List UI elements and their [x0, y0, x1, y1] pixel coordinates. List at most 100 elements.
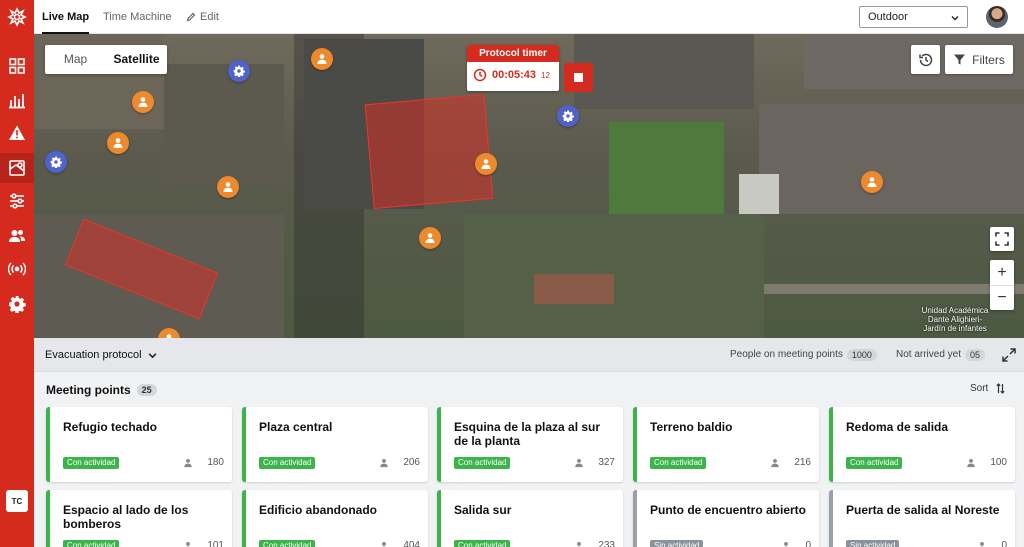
chevron-down-icon	[148, 352, 157, 358]
satellite-view-button[interactable]: Satellite	[106, 45, 167, 74]
meeting-point-status-badge: Con actividad	[650, 457, 707, 469]
meeting-point-card[interactable]: Esquina de la plaza al sur de la planta C…	[437, 407, 623, 482]
meeting-point-status-badge: Con actividad	[63, 457, 120, 469]
meeting-point-name: Esquina de la plaza al sur de la planta	[454, 420, 601, 448]
person-icon	[381, 541, 388, 547]
meeting-point-card[interactable]: Redoma de salida Con actividad 100	[829, 407, 1015, 482]
gear-icon	[562, 110, 574, 122]
sidebar-item-live-map[interactable]	[0, 153, 34, 183]
people-on-meeting-points-label: People on meeting points	[730, 349, 843, 360]
protocol-timer-value: 00:05:43	[492, 69, 537, 81]
person-icon	[223, 182, 233, 192]
zoom-in-button[interactable]: +	[990, 260, 1014, 285]
device-marker[interactable]	[557, 105, 579, 127]
sidebar-item-settings-sliders[interactable]	[0, 186, 34, 216]
person-icon	[481, 159, 491, 169]
user-initials-avatar[interactable]: TC	[6, 490, 28, 512]
person-icon	[979, 541, 986, 547]
protocol-dropdown[interactable]: Evacuation protocol	[45, 338, 157, 372]
meeting-point-status-badge: Con actividad	[454, 457, 511, 469]
filters-button[interactable]: Filters	[945, 45, 1013, 74]
fullscreen-icon	[995, 232, 1009, 246]
meeting-point-count-value: 100	[990, 457, 1007, 468]
sort-button[interactable]: Sort	[970, 383, 1005, 394]
map-terrain	[464, 214, 764, 338]
meeting-point-name: Salida sur	[454, 503, 512, 517]
sidebar-item-alerts[interactable]	[0, 118, 34, 148]
broadcast-icon	[8, 262, 26, 276]
meeting-point-name: Espacio al lado de los bomberos	[63, 503, 189, 531]
location-select[interactable]: Outdoor	[859, 6, 968, 28]
history-button[interactable]	[911, 45, 940, 74]
map-view-button[interactable]: Map	[45, 45, 106, 74]
sort-icon	[996, 383, 1005, 394]
user-avatar[interactable]	[986, 6, 1008, 28]
person-icon	[771, 458, 780, 467]
warning-icon	[9, 125, 25, 140]
person-marker[interactable]	[132, 91, 154, 113]
meeting-point-card[interactable]: Edificio abandonado Con actividad 404	[242, 490, 428, 547]
sidebar-item-beacons[interactable]	[0, 254, 34, 284]
person-icon	[113, 138, 123, 148]
restricted-zone[interactable]	[364, 93, 494, 210]
sidebar-item-people[interactable]	[0, 221, 34, 251]
protocol-timer-title: Protocol timer	[467, 45, 559, 62]
person-icon	[783, 541, 790, 547]
protocol-title: Evacuation protocol	[45, 349, 142, 361]
person-marker[interactable]	[475, 153, 497, 175]
expand-icon[interactable]	[1002, 348, 1016, 362]
gear-icon	[233, 65, 245, 77]
satellite-map[interactable]: Map Satellite Protocol timer 00:05:43 12…	[34, 34, 1024, 338]
map-building	[574, 34, 754, 109]
person-marker[interactable]	[217, 176, 239, 198]
tab-live-map[interactable]: Live Map	[42, 0, 90, 34]
stop-protocol-button[interactable]	[564, 63, 593, 92]
person-icon	[138, 97, 148, 107]
person-marker[interactable]	[419, 227, 441, 249]
meeting-point-name: Terreno baldio	[650, 420, 733, 434]
meeting-point-card[interactable]: Espacio al lado de los bomberos Con activ…	[46, 490, 232, 547]
meeting-point-count-value: 180	[207, 457, 224, 468]
meeting-point-card[interactable]: Refugio techado Con actividad 180	[46, 407, 232, 482]
sidebar-item-dashboard[interactable]	[0, 51, 34, 81]
meeting-point-status-badge: Sin actividad	[650, 540, 704, 547]
meeting-point-name: Puerta de salida al Noreste	[846, 503, 1000, 517]
sidebar-item-settings[interactable]	[0, 289, 34, 319]
zoom-control: + −	[990, 260, 1014, 310]
map-building	[739, 174, 779, 214]
map-terrain	[164, 64, 284, 184]
meeting-point-status-badge: Con actividad	[454, 540, 511, 547]
meeting-point-count: 0	[977, 540, 1007, 547]
meeting-point-count-value: 233	[598, 540, 615, 547]
meeting-point-card[interactable]: Punto de encuentro abierto Sin actividad 0	[633, 490, 819, 547]
meeting-point-card[interactable]: Salida sur Con actividad 233	[437, 490, 623, 547]
person-icon	[967, 458, 976, 467]
meeting-point-count-value: 101	[207, 540, 224, 547]
sidebar-item-analytics[interactable]	[0, 85, 34, 115]
meeting-point-count: 206	[379, 457, 420, 468]
meeting-point-count-value: 0	[805, 540, 811, 547]
meeting-point-card[interactable]: Puerta de salida al Noreste Sin actividad…	[829, 490, 1015, 547]
not-arrived-label: Not arrived yet	[896, 349, 962, 360]
tab-time-machine[interactable]: Time Machine	[103, 0, 172, 34]
logo-icon[interactable]	[7, 7, 27, 27]
person-marker[interactable]	[861, 171, 883, 193]
sliders-icon	[10, 193, 24, 209]
meeting-point-card[interactable]: Terreno baldio Con actividad 216	[633, 407, 819, 482]
map-building	[759, 104, 1024, 214]
person-icon	[425, 233, 435, 243]
map-view-toggle: Map Satellite	[45, 45, 167, 74]
fullscreen-button[interactable]	[990, 227, 1014, 251]
device-marker[interactable]	[45, 151, 67, 173]
meeting-points-header: Meeting points 25	[46, 383, 157, 397]
meeting-point-card[interactable]: Plaza central Con actividad 206	[242, 407, 428, 482]
users-icon	[9, 230, 25, 242]
zoom-out-button[interactable]: −	[990, 285, 1014, 310]
person-marker[interactable]	[107, 132, 129, 154]
sidebar: TC	[0, 0, 34, 547]
top-bar: Live Map Time Machine Edit Outdoor	[34, 0, 1024, 34]
tab-edit[interactable]: Edit	[186, 0, 219, 34]
meeting-point-name: Refugio techado	[63, 420, 158, 434]
device-marker[interactable]	[228, 60, 250, 82]
person-marker[interactable]	[311, 48, 333, 70]
